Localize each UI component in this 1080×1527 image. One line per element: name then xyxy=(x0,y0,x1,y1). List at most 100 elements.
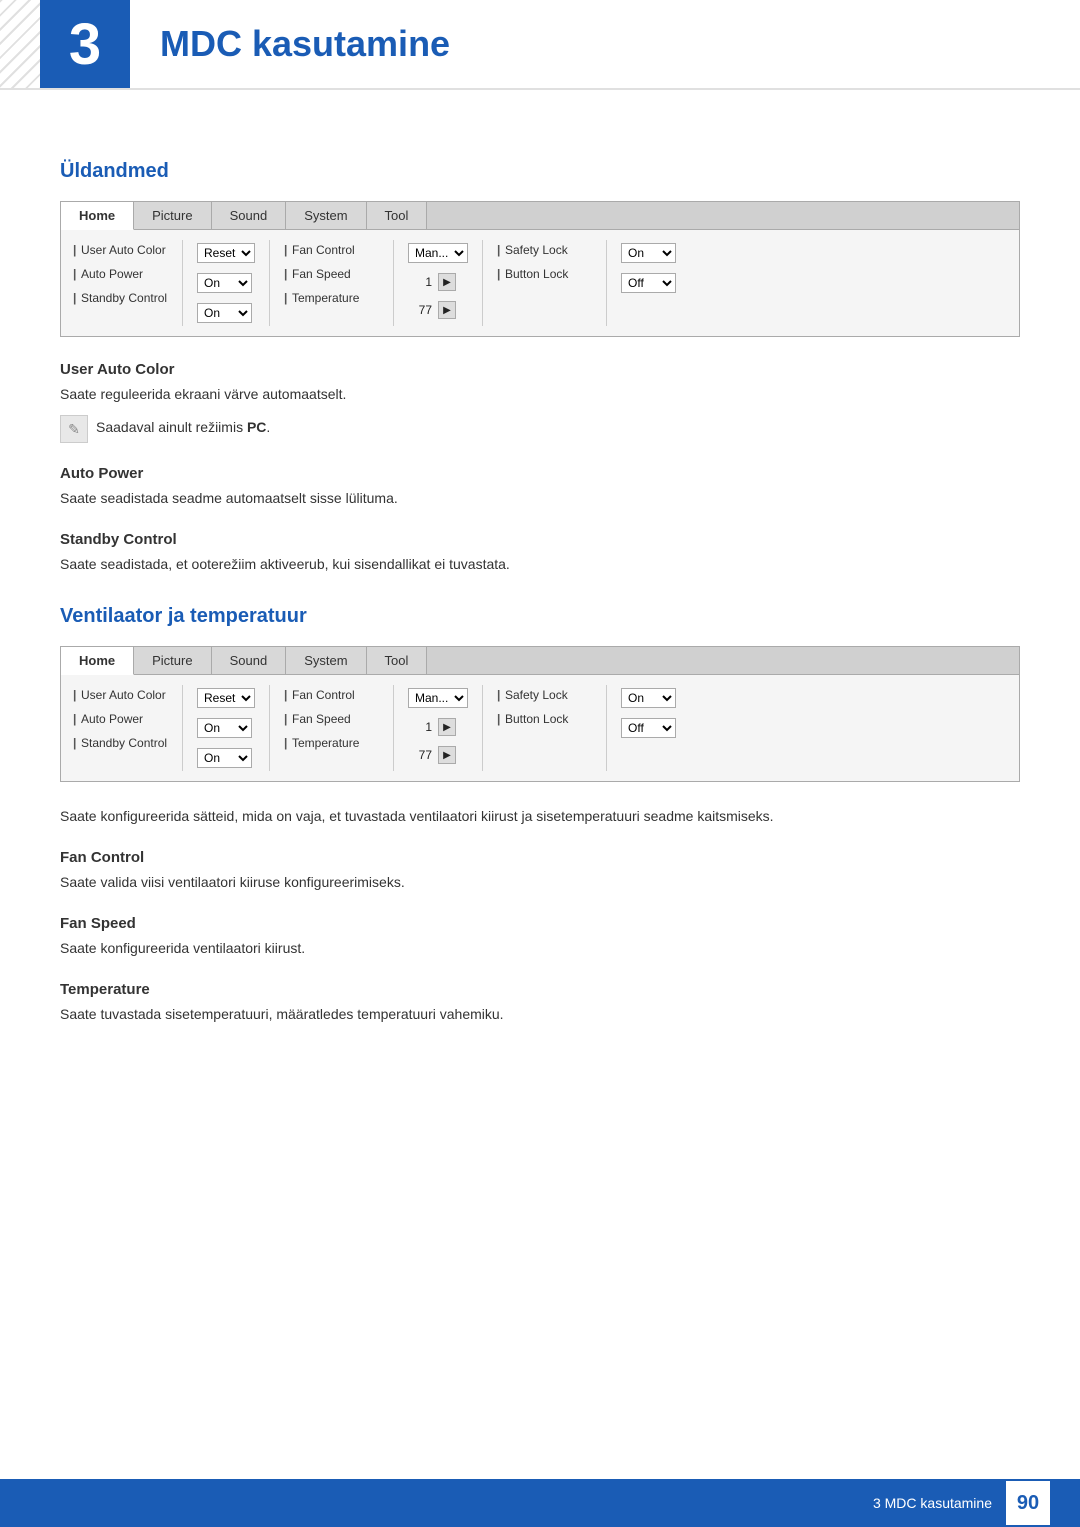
text-user-auto-color: Saate reguleerida ekraani värve automaat… xyxy=(60,384,1020,405)
footer-label: 3 MDC kasutamine xyxy=(873,1495,992,1511)
heading-temperature: Temperature xyxy=(60,981,1020,998)
col-labels-1: User Auto Color Auto Power Standby Contr… xyxy=(69,240,183,326)
label2-standby-control: Standby Control xyxy=(73,736,168,750)
select2-button-lock[interactable]: Off On xyxy=(621,718,676,738)
section-ventilaator: Ventilaator ja temperatuur Home Picture … xyxy=(60,605,1020,1025)
row-button-lock-ctrl: Off On xyxy=(617,270,680,296)
tab-bar-2: Home Picture Sound System Tool xyxy=(61,647,1019,675)
heading-standby-control: Standby Control xyxy=(60,531,1020,548)
row2-user-auto-color: User Auto Color xyxy=(69,685,172,705)
tab-picture-1[interactable]: Picture xyxy=(134,202,211,229)
row-temperature-label: Temperature xyxy=(280,288,383,308)
select-reset[interactable]: Reset xyxy=(197,243,255,263)
row2-fan-control-ctrl: Man... Auto xyxy=(404,685,472,711)
select-standby[interactable]: On Off xyxy=(197,303,252,323)
select2-standby[interactable]: On Off xyxy=(197,748,252,768)
text-temperature: Saate tuvastada sisetemperatuuri, määrat… xyxy=(60,1004,1020,1025)
label-button-lock: Button Lock xyxy=(497,267,592,281)
col-fan-labels-2: Fan Control Fan Speed Temperature xyxy=(280,685,394,771)
select2-auto-power[interactable]: On Off xyxy=(197,718,252,738)
subsection-user-auto-color: User Auto Color Saate reguleerida ekraan… xyxy=(60,361,1020,443)
row-reset-control: Reset xyxy=(193,240,259,266)
header-decoration xyxy=(0,0,40,90)
subsection-fan-speed: Fan Speed Saate konfigureerida ventilaat… xyxy=(60,915,1020,959)
select2-safety-lock[interactable]: On Off xyxy=(621,688,676,708)
row-temp-ctrl: 77 ▶ xyxy=(404,298,472,322)
note-icon: ✎ xyxy=(60,415,88,443)
heading-fan-control: Fan Control xyxy=(60,849,1020,866)
row-fan-speed-label: Fan Speed xyxy=(280,264,383,284)
row-safety-lock-ctrl: On Off xyxy=(617,240,680,266)
label-standby-control: Standby Control xyxy=(73,291,168,305)
section-uldandmed: Üldandmed Home Picture Sound System Tool… xyxy=(60,160,1020,575)
col-controls-1: Reset On Off On Off xyxy=(193,240,270,326)
fan-speed-arrow-2[interactable]: ▶ xyxy=(438,718,456,736)
subsection-fan-control: Fan Control Saate valida viisi ventilaat… xyxy=(60,849,1020,893)
select-safety-lock[interactable]: On Off xyxy=(621,243,676,263)
label2-safety-lock: Safety Lock xyxy=(497,688,592,702)
col-lock-labels-2: Safety Lock Button Lock xyxy=(493,685,607,771)
select2-reset[interactable]: Reset xyxy=(197,688,255,708)
text-ventilaator-intro: Saate konfigureerida sätteid, mida on va… xyxy=(60,806,1020,827)
tab-home-1[interactable]: Home xyxy=(61,202,134,230)
row2-standby-control-ctrl: On Off xyxy=(193,745,259,771)
row-safety-lock-label: Safety Lock xyxy=(493,240,596,260)
tab-sound-2[interactable]: Sound xyxy=(212,647,287,674)
tab-bar-1: Home Picture Sound System Tool xyxy=(61,202,1019,230)
select-fan-control[interactable]: Man... Auto xyxy=(408,243,468,263)
panel-body-1: User Auto Color Auto Power Standby Contr… xyxy=(61,230,1019,336)
label-fan-control: Fan Control xyxy=(284,243,379,257)
label-temperature: Temperature xyxy=(284,291,379,305)
select-auto-power[interactable]: On Off xyxy=(197,273,252,293)
label2-fan-control: Fan Control xyxy=(284,688,379,702)
label2-button-lock: Button Lock xyxy=(497,712,592,726)
subsection-standby-control: Standby Control Saate seadistada, et oot… xyxy=(60,531,1020,575)
col-controls-2: Reset On Off On Off xyxy=(193,685,270,771)
row2-temp-ctrl: 77 ▶ xyxy=(404,743,472,767)
tab-tool-1[interactable]: Tool xyxy=(367,202,428,229)
text-fan-control: Saate valida viisi ventilaatori kiiruse … xyxy=(60,872,1020,893)
fan-speed-value: 1 xyxy=(408,275,432,289)
tab-system-2[interactable]: System xyxy=(286,647,366,674)
col-labels-2: User Auto Color Auto Power Standby Contr… xyxy=(69,685,183,771)
heading-fan-speed: Fan Speed xyxy=(60,915,1020,932)
tab-system-1[interactable]: System xyxy=(286,202,366,229)
tab-home-2[interactable]: Home xyxy=(61,647,134,675)
col-lock-controls-2: On Off Off On xyxy=(617,685,690,771)
row2-auto-power: Auto Power xyxy=(69,709,172,729)
row2-fan-speed-label: Fan Speed xyxy=(280,709,383,729)
label-fan-speed: Fan Speed xyxy=(284,267,379,281)
text-auto-power: Saate seadistada seadme automaatselt sis… xyxy=(60,488,1020,509)
row-standby-control-ctrl: On Off xyxy=(193,300,259,326)
fan-speed-value-2: 1 xyxy=(408,720,432,734)
tab-tool-2[interactable]: Tool xyxy=(367,647,428,674)
chapter-number: 3 xyxy=(69,11,101,78)
row2-fan-control-label: Fan Control xyxy=(280,685,383,705)
tab-picture-2[interactable]: Picture xyxy=(134,647,211,674)
row-auto-power: Auto Power xyxy=(69,264,172,284)
panel-ventilaator: Home Picture Sound System Tool User Auto… xyxy=(60,646,1020,782)
section-title-uldandmed: Üldandmed xyxy=(60,160,1020,183)
subsection-auto-power: Auto Power Saate seadistada seadme autom… xyxy=(60,465,1020,509)
row2-button-lock-label: Button Lock xyxy=(493,709,596,729)
select2-fan-control[interactable]: Man... Auto xyxy=(408,688,468,708)
temp-value-2: 77 xyxy=(408,748,432,762)
label2-fan-speed: Fan Speed xyxy=(284,712,379,726)
col-fan-controls-1: Man... Auto 1 ▶ 77 ▶ xyxy=(404,240,483,326)
heading-auto-power: Auto Power xyxy=(60,465,1020,482)
chapter-title: MDC kasutamine xyxy=(130,0,450,88)
col-lock-controls-1: On Off Off On xyxy=(617,240,690,326)
row2-button-lock-ctrl: Off On xyxy=(617,715,680,741)
select-button-lock[interactable]: Off On xyxy=(621,273,676,293)
row-fan-control-ctrl: Man... Auto xyxy=(404,240,472,266)
heading-user-auto-color: User Auto Color xyxy=(60,361,1020,378)
temp-arrow-2[interactable]: ▶ xyxy=(438,746,456,764)
row-auto-power-control: On Off xyxy=(193,270,259,296)
subsection-temperature: Temperature Saate tuvastada sisetemperat… xyxy=(60,981,1020,1025)
row2-auto-power-control: On Off xyxy=(193,715,259,741)
tab-sound-1[interactable]: Sound xyxy=(212,202,287,229)
page-footer: 3 MDC kasutamine 90 xyxy=(0,1479,1080,1527)
fan-speed-arrow[interactable]: ▶ xyxy=(438,273,456,291)
temp-arrow[interactable]: ▶ xyxy=(438,301,456,319)
chapter-number-box: 3 xyxy=(40,0,130,88)
